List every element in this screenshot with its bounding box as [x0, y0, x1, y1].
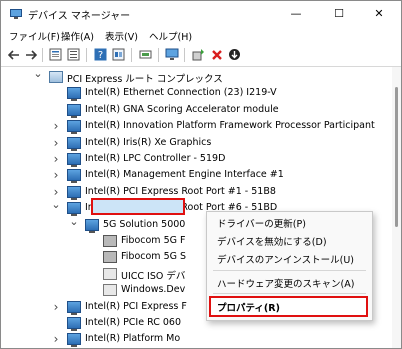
menu-file[interactable]: ファイル(F): [9, 29, 60, 43]
monitor-device-icon: [67, 87, 81, 102]
tree-item-label: UICC ISO デバ: [121, 270, 186, 282]
device-manager-window: デバイス マネージャー — ☐ ✕ ファイル(F) 操作(A) 表示(V) ヘル…: [0, 0, 402, 349]
scrollbar-thumb[interactable]: [395, 87, 398, 227]
monitor-device-icon: [85, 218, 99, 233]
toolbar: ?: [1, 45, 401, 65]
chevron-right-icon[interactable]: ›: [51, 300, 61, 314]
svg-text:?: ?: [98, 50, 103, 61]
context-menu: ドライバーの更新(P) デバイスを無効にする(D) デバイスのアンインストール(…: [206, 211, 373, 321]
close-button[interactable]: ✕: [359, 1, 399, 27]
tree-item-label: Intel(R) GNA Scoring Accelerator module: [85, 103, 279, 115]
monitor-device-icon: [67, 317, 81, 331]
chevron-down-icon[interactable]: ⌄: [69, 215, 79, 229]
menu-view[interactable]: 表示(V): [105, 29, 138, 43]
tree-item-label: Intel(R) Iris(R) Xe Graphics: [85, 136, 212, 148]
tree-item-label: Intel(R) PCI Express Root Port #1 - 51B8: [85, 185, 276, 197]
tree-item-label: Fibocom 5G F: [121, 235, 186, 246]
menu-help[interactable]: ヘルプ(H): [149, 29, 192, 43]
chevron-down-icon[interactable]: ⌄: [51, 198, 61, 212]
disable-icon[interactable]: [209, 47, 224, 62]
tree-item[interactable]: ⌄ PCI Express ルート コンプレックス: [1, 67, 401, 85]
uninstall-icon[interactable]: [227, 47, 242, 62]
tree-item-label: Intel(R) LPC Controller - 519D: [85, 153, 226, 164]
monitor-device-icon: [67, 103, 81, 118]
menu-properties[interactable]: プロパティ(R): [217, 300, 280, 314]
tree-item-label: Intel(R) PCIe RC 060: [85, 317, 182, 328]
menu-update-driver[interactable]: ドライバーの更新(P): [217, 216, 306, 230]
back-icon[interactable]: [6, 47, 21, 62]
monitor-device-icon: [67, 185, 81, 200]
tree-item[interactable]: › Intel(R) Platform Mo: [1, 331, 401, 348]
menu-scan-hardware[interactable]: ハードウェア変更のスキャン(A): [217, 276, 354, 290]
menu-action[interactable]: 操作(A): [61, 29, 94, 43]
chevron-right-icon[interactable]: ›: [51, 152, 61, 166]
tree-item-label: Intel(R) Management Engine Interface #1: [85, 169, 284, 181]
chevron-right-icon[interactable]: ›: [51, 136, 61, 150]
tree-item[interactable]: Intel(R) Ethernet Connection (23) I219-V: [1, 85, 401, 102]
modem-device-icon: [103, 235, 117, 247]
vertical-scrollbar[interactable]: [392, 67, 401, 348]
tree-item-label: PCI Express ルート コンプレックス: [67, 74, 223, 85]
tree-item-label: Intel(R) PCI Express F: [85, 300, 187, 312]
chevron-right-icon[interactable]: ›: [51, 332, 61, 346]
tree-item-label: Intel(R) Innovation Platform Framework P…: [85, 120, 375, 132]
tree-item[interactable]: › Intel(R) LPC Controller - 519D: [1, 151, 401, 167]
chip-device-icon: [103, 267, 117, 280]
menu-bar: ファイル(F) 操作(A) 表示(V) ヘルプ(H): [1, 27, 401, 45]
tree-item-label: Intel(R) Ethernet Connection (23) I219-V: [85, 87, 277, 99]
minimize-button[interactable]: —: [276, 1, 316, 27]
monitor-device-icon: [67, 202, 81, 217]
maximize-button[interactable]: ☐: [319, 1, 359, 27]
forward-icon[interactable]: [23, 47, 38, 62]
tree-item[interactable]: › Intel(R) PCI Express Root Port #1 - 51B…: [1, 184, 401, 200]
menu-separator: [213, 293, 366, 294]
tree-item[interactable]: › Intel(R) Iris(R) Xe Graphics: [1, 135, 401, 151]
tree-item-label: Windows.Dev: [121, 284, 186, 296]
monitor-device-icon: [67, 169, 81, 184]
tree-item-label: Intel(R) Platform Mo: [85, 333, 181, 345]
scan-icon[interactable]: [138, 47, 153, 62]
tree-item[interactable]: › Intel(R) Management Engine Interface #1: [1, 167, 401, 184]
tree-item-label: 5G Solution 5000: [103, 218, 186, 230]
list-icon[interactable]: [66, 47, 81, 62]
monitor-device-icon: [67, 300, 81, 315]
menu-uninstall-device[interactable]: デバイスのアンインストール(U): [217, 252, 354, 266]
menu-separator: [213, 270, 366, 271]
monitor-device-icon: [67, 333, 81, 348]
monitor-device-icon: [67, 120, 81, 135]
tree-item[interactable]: › Intel(R) Innovation Platform Framework …: [1, 118, 401, 135]
device-manager-icon: [10, 9, 22, 19]
help-icon[interactable]: ?: [93, 47, 108, 62]
title-bar: デバイス マネージャー — ☐ ✕: [1, 1, 401, 27]
monitor-device-icon: [67, 136, 81, 151]
chevron-down-icon[interactable]: ⌄: [33, 67, 43, 81]
chip-device-icon: [103, 284, 117, 297]
chevron-right-icon[interactable]: ›: [51, 119, 61, 133]
chevron-right-icon[interactable]: ›: [51, 185, 61, 199]
properties-icon[interactable]: [48, 47, 63, 62]
monitor-icon[interactable]: [164, 47, 179, 62]
selected-device-highlight: [91, 198, 185, 215]
details-icon[interactable]: [111, 47, 126, 62]
window-title: デバイス マネージャー: [28, 11, 131, 22]
modem-device-icon: [103, 251, 117, 264]
menu-disable-device[interactable]: デバイスを無効にする(D): [217, 234, 327, 248]
monitor-device-icon: [67, 153, 81, 167]
tree-item[interactable]: Intel(R) GNA Scoring Accelerator module: [1, 102, 401, 118]
pci-device-icon: [49, 71, 63, 83]
update-driver-icon[interactable]: [191, 47, 206, 62]
tree-item-label: Fibocom 5G S: [121, 251, 187, 263]
chevron-right-icon[interactable]: ›: [51, 168, 61, 182]
